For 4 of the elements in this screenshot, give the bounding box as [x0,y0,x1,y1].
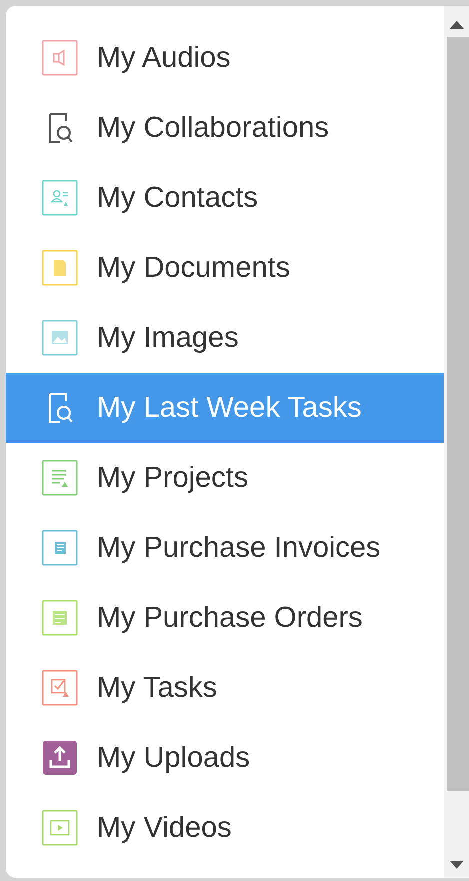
scrollbar[interactable] [444,6,469,878]
scroll-down-icon[interactable] [450,861,464,869]
scroll-up-icon[interactable] [450,21,464,29]
scrollbar-thumb[interactable] [447,37,469,791]
